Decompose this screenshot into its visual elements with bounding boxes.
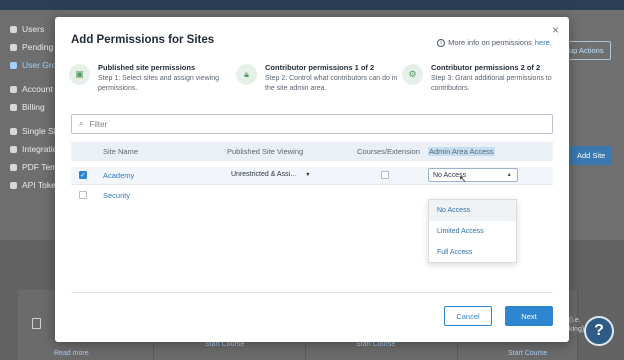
- sidebar-item-user-groups[interactable]: User Grou: [10, 60, 61, 70]
- group-actions-button[interactable]: up Actions: [562, 41, 611, 60]
- filter-input[interactable]: [89, 119, 530, 129]
- option-full-access[interactable]: Full Access: [429, 242, 516, 263]
- option-limited-access[interactable]: Limited Access: [429, 221, 516, 242]
- eye-icon: ▣: [69, 64, 90, 85]
- more-info-text: More info on permissions: [448, 38, 532, 47]
- pdf-icon: [10, 163, 17, 171]
- caret-down-icon: ▼: [305, 172, 311, 178]
- table-header: Site Name Published Site Viewing Courses…: [71, 142, 553, 161]
- key-icon: [10, 127, 17, 135]
- caret-up-icon: ▲: [506, 172, 512, 178]
- step-2: 🔒︎ Contributor permissions 1 of 2 Step 2…: [236, 63, 405, 94]
- steps: ▣ Published site permissions Step 1: Sel…: [69, 63, 557, 99]
- code-icon: [10, 181, 17, 189]
- sidebar-item-pending[interactable]: Pending: [10, 42, 53, 52]
- step-title: Contributor permissions 1 of 2: [265, 63, 375, 72]
- read-more-link[interactable]: Read more: [54, 350, 89, 357]
- step-text: Step 3: Grant additional permissions to …: [431, 75, 552, 92]
- cancel-button[interactable]: Cancel: [444, 306, 492, 326]
- sidebar-item-account-settings[interactable]: Account S: [10, 84, 61, 94]
- sidebar-item-billing[interactable]: Billing: [10, 102, 45, 112]
- lock-icon: 🔒︎: [236, 64, 257, 85]
- add-permissions-modal: Add Permissions for Sites × i More info …: [55, 17, 569, 342]
- step-3: ⚙ Contributor permissions 2 of 2 Step 3:…: [402, 63, 571, 94]
- card-text: (i.e. king): [569, 317, 585, 333]
- step-title: Published site permissions: [98, 63, 196, 72]
- filter-box: ⌕: [71, 114, 553, 134]
- top-bar: [0, 0, 624, 10]
- info-icon: i: [437, 38, 446, 47]
- mouse-cursor-icon: ↖: [459, 174, 467, 184]
- step-text: Step 2: Control what contributors can do…: [265, 75, 398, 92]
- clock-icon: [10, 43, 17, 51]
- courses-checkbox[interactable]: [381, 171, 389, 179]
- sidebar-item-users[interactable]: Users: [10, 24, 44, 34]
- modal-title: Add Permissions for Sites: [71, 34, 215, 46]
- admin-access-select[interactable]: No Access ▲: [428, 168, 518, 182]
- column-admin-access: Admin Area Access: [428, 147, 495, 156]
- viewing-select[interactable]: Unrestricted & Assi… ▼: [231, 171, 311, 178]
- row-checkbox[interactable]: [79, 191, 87, 199]
- site-name[interactable]: Academy: [103, 171, 134, 180]
- step-title: Contributor permissions 2 of 2: [431, 63, 541, 72]
- close-icon[interactable]: ×: [552, 23, 559, 37]
- user-icon: [10, 25, 17, 33]
- next-button[interactable]: Next: [505, 306, 553, 326]
- search-icon: ⌕: [79, 119, 84, 128]
- sidebar-item-single-sign-on[interactable]: Single Sig: [10, 126, 60, 136]
- document-icon: [32, 318, 41, 329]
- sidebar-item-label: Billing: [22, 102, 45, 112]
- sidebar-item-label: Pending: [22, 42, 54, 52]
- sidebar-item-integrations[interactable]: Integratio: [10, 144, 57, 154]
- step-1: ▣ Published site permissions Step 1: Sel…: [69, 63, 238, 94]
- column-courses: Courses/Extension: [357, 147, 420, 156]
- start-course-link[interactable]: Start Course: [356, 341, 395, 348]
- add-site-button[interactable]: Add Site: [570, 146, 613, 165]
- sidebar-item-api-tokens[interactable]: API Token: [10, 180, 61, 190]
- more-info: i More info on permissions here.: [437, 38, 552, 47]
- gear-icon: ⚙: [402, 64, 423, 85]
- more-info-link[interactable]: here.: [535, 38, 552, 47]
- account-icon: [10, 85, 17, 93]
- sidebar-item-label: Users: [22, 24, 45, 34]
- admin-access-dropdown: No Access Limited Access Full Access: [428, 199, 517, 263]
- start-course-link[interactable]: Start Course: [205, 341, 244, 348]
- billing-icon: [10, 103, 17, 111]
- help-button[interactable]: ?: [584, 316, 614, 346]
- sidebar-item-label: Integratio: [22, 144, 58, 154]
- step-text: Step 1: Select sites and assign viewing …: [98, 75, 220, 92]
- column-viewing: Published Site Viewing: [227, 147, 304, 156]
- column-site-name: Site Name: [103, 147, 139, 156]
- site-name[interactable]: Security: [103, 191, 130, 200]
- start-course-link[interactable]: Start Course: [508, 350, 547, 357]
- divider: [71, 292, 553, 293]
- option-no-access[interactable]: No Access: [429, 200, 516, 221]
- table-row: ✓ Academy Unrestricted & Assi… ▼ No Acces…: [71, 167, 553, 185]
- viewing-value: Unrestricted & Assi…: [231, 171, 298, 178]
- group-icon: [10, 61, 17, 69]
- row-checkbox[interactable]: ✓: [79, 171, 87, 179]
- plug-icon: [10, 145, 17, 153]
